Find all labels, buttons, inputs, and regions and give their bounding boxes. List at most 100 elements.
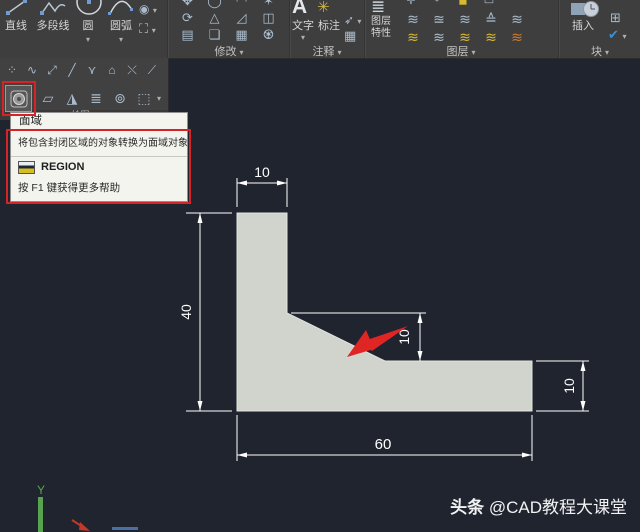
arc-icon[interactable] (108, 0, 134, 17)
dimension-right: 10 (536, 361, 589, 411)
modify-panel-label[interactable]: 修改 ▾ (170, 46, 288, 58)
move-icon[interactable]: ✥ (174, 0, 201, 9)
polyline-button[interactable]: 多段线 (32, 20, 74, 32)
layer-delete-icon[interactable]: ≋ (504, 28, 530, 46)
text-tool-icon[interactable]: A (292, 0, 307, 19)
layer-unlock-icon[interactable]: ≙ (478, 10, 504, 28)
revision-cloud-dropdown-icon[interactable]: ▾ (157, 94, 161, 103)
layer-match-icon[interactable]: ≋ (400, 10, 426, 28)
chevron-down-icon: ▾ (240, 48, 244, 57)
layer-on-icon[interactable]: ✛ (398, 0, 424, 7)
modify-icon-grid: ✥◯◠✶ ⟳△◿◫ ▤❏▦♼ (174, 0, 282, 43)
arc-dropdown-icon[interactable]: ▾ (104, 35, 138, 44)
edit-attribute-icon[interactable]: ✔ ▾ (608, 29, 627, 43)
circle-dropdown-icon[interactable]: ▾ (74, 35, 102, 44)
layer-properties-line1: 图层 (366, 16, 396, 28)
measure-icon[interactable]: ⌂ (102, 60, 122, 80)
multipoint-icon[interactable]: ⤬ (122, 60, 142, 80)
viewport-tool-icon[interactable]: ⛶ ▾ (139, 23, 156, 37)
rotate-icon[interactable]: ◯ (201, 0, 228, 9)
3d-polyline-icon[interactable]: ≣ (84, 86, 108, 110)
line-button[interactable]: 直线 (0, 20, 32, 32)
circle-icon[interactable] (76, 0, 102, 17)
insert-button[interactable]: 插入 (566, 20, 600, 32)
spline-fit-icon[interactable]: ∿ (22, 60, 42, 80)
layer-prev-icon[interactable]: ≊ (426, 10, 452, 28)
text-dropdown-icon[interactable]: ▾ (288, 33, 318, 42)
dimension-button[interactable]: 标注 (314, 20, 344, 32)
annotate-panel-label-text: 注释 (312, 46, 334, 58)
arc-button[interactable]: 圆弧 (104, 20, 138, 32)
chevron-down-icon: ▾ (338, 48, 342, 57)
layer-freeze2-icon[interactable]: ≋ (426, 28, 452, 46)
layer-lock2-icon[interactable]: ≋ (478, 28, 504, 46)
polyline-icon[interactable] (40, 0, 67, 15)
divide-icon[interactable]: ⁘ (2, 60, 22, 80)
revision-cloud-icon[interactable]: ⬚ (132, 86, 156, 110)
scale-icon[interactable]: ❏ (201, 26, 228, 43)
flyout-icon-row-2: ▱◮≣⊚⬚ (36, 86, 156, 110)
layer-properties-icon[interactable]: ≣ (371, 0, 385, 17)
table-icon[interactable]: ▦ (344, 30, 356, 42)
gradient-icon[interactable]: ◮ (60, 86, 84, 110)
ribbon-bar: 直线 多段线 圆 圆弧 ▾ ▾ ◉ ▾ ⛶ ▾ ✥◯◠✶⟳△◿◫▤❏▦♼ 修改 … (0, 0, 640, 59)
ray-icon[interactable]: ╱ (62, 60, 82, 80)
dimension-bottom: 60 (237, 415, 532, 461)
annotate-panel-label[interactable]: 注释 ▾ (291, 46, 363, 58)
layer-lock-icon[interactable]: ◼ (450, 0, 476, 7)
erase-icon[interactable]: ▤ (174, 26, 201, 43)
line-icon[interactable] (6, 0, 28, 15)
layers-panel-label[interactable]: 图层 ▾ (366, 46, 556, 58)
layers-panel-label-text: 图层 (446, 46, 468, 58)
svg-text:60: 60 (375, 436, 392, 453)
layer-walk-icon[interactable]: ≋ (504, 10, 530, 28)
layers-icon-row-2: ≋≋≋≋≋ (400, 28, 530, 46)
explode-icon[interactable]: ✶ (255, 0, 282, 9)
copy-icon[interactable]: ⟳ (174, 9, 201, 26)
circle-button[interactable]: 圆 (74, 20, 102, 32)
tooltip-title: 面域 (11, 113, 187, 130)
layer-properties-button[interactable]: 图层 特性 (366, 16, 396, 40)
fillet-icon[interactable]: ◿ (228, 9, 255, 26)
layers-icon-row-1: ≋≊≋≙≋ (400, 10, 530, 28)
watermark: 头条 @CAD教程大课堂 (450, 493, 627, 518)
offset-icon[interactable]: ♼ (255, 26, 282, 43)
chevron-down-icon: ▾ (472, 48, 476, 57)
layer-color-icon[interactable]: ▭ (476, 0, 502, 7)
layer-current-icon[interactable]: ≋ (452, 28, 478, 46)
highlight-box-tooltip (6, 129, 191, 204)
watermark-source: 头条 (450, 498, 484, 517)
modify-panel-label-text: 修改 (214, 46, 236, 58)
construction-line-icon[interactable]: ⟋ (142, 60, 162, 80)
block-panel-label-text: 块 (591, 46, 602, 58)
stretch-icon[interactable]: ◫ (255, 9, 282, 26)
l-shape-region[interactable] (237, 213, 532, 411)
dimension-top: 10 (237, 164, 287, 207)
watermark-handle: @CAD教程大课堂 (484, 498, 627, 517)
multileader-icon[interactable]: ➶ ▾ (344, 14, 361, 28)
spline-cv-icon[interactable]: ⤢ (42, 60, 62, 80)
chevron-down-icon: ▾ (605, 48, 609, 57)
trim-icon[interactable]: ◠ (228, 0, 255, 9)
xline-icon[interactable]: ⋎ (82, 60, 102, 80)
highlight-box-region-button (2, 81, 36, 116)
wipeout-icon[interactable]: ▱ (36, 86, 60, 110)
svg-text:Y: Y (37, 483, 45, 497)
dimension-tool-icon[interactable]: ✳ (317, 0, 330, 16)
layer-isolate-icon[interactable]: ≋ (452, 10, 478, 28)
layer-on-off-icon[interactable]: ≋ (400, 28, 426, 46)
centerline-tool-icon[interactable]: ◉ ▾ (139, 3, 157, 17)
ucs-icon: Y (37, 483, 138, 532)
donut-icon[interactable]: ⊚ (108, 86, 132, 110)
mirror-icon[interactable]: △ (201, 9, 228, 26)
insert-block-icon[interactable] (570, 0, 600, 17)
create-block-icon[interactable]: ⊞ (610, 12, 621, 24)
svg-text:10: 10 (561, 378, 577, 394)
layer-freeze-icon[interactable]: ⌖ (424, 0, 450, 7)
array-icon[interactable]: ▦ (228, 26, 255, 43)
layers-top-icon-row: ✛⌖◼▭ (398, 0, 502, 7)
svg-text:40: 40 (178, 304, 194, 320)
block-panel-label[interactable]: 块 ▾ (560, 46, 640, 58)
layer-properties-line2: 特性 (366, 28, 396, 40)
dimension-left: 40 (178, 213, 232, 411)
